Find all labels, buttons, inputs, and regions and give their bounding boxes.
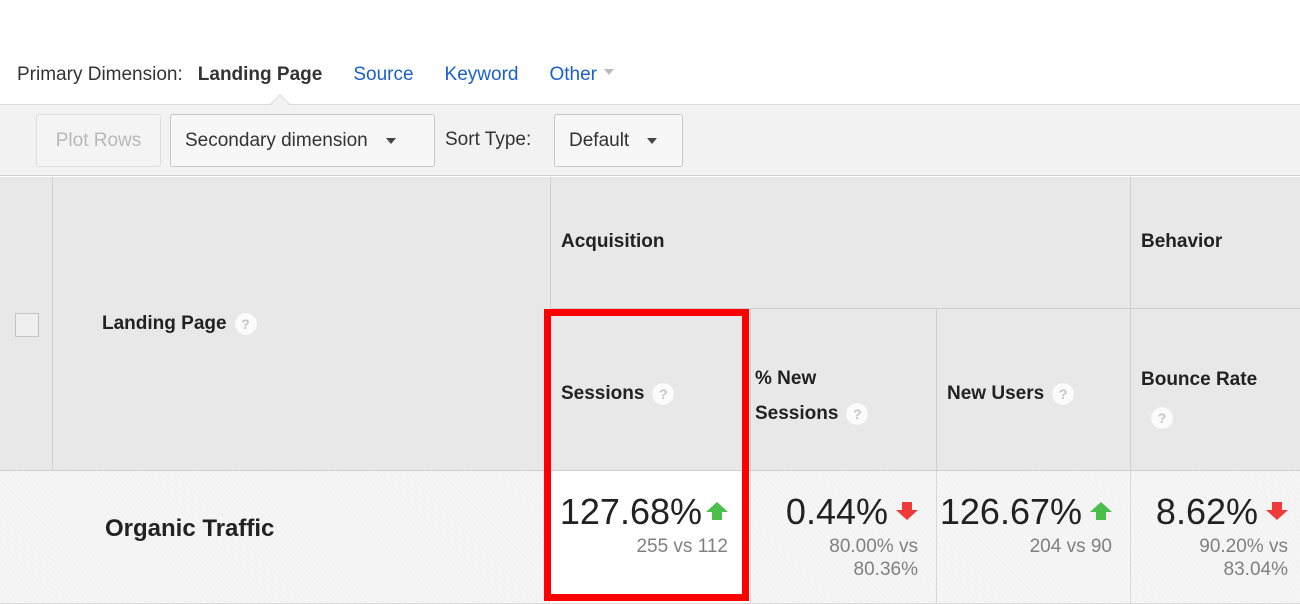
bounce-rate-cell: 8.62% 90.20% vs 83.04%: [1131, 471, 1300, 604]
arrow-down-icon: [1266, 502, 1288, 522]
sessions-cell: 127.68% 255 vs 112: [551, 471, 751, 604]
arrow-down-icon: [896, 502, 918, 522]
arrow-up-icon: [1090, 502, 1112, 522]
pct-new-sessions-cell: 0.44% 80.00% vs 80.36%: [751, 471, 937, 604]
report-table: Landing Page? Acquisition Behavior Sessi…: [0, 177, 1300, 604]
pct-new-sessions-compare: 80.00% vs 80.36%: [829, 536, 918, 580]
primary-dimension-source-link[interactable]: Source: [353, 64, 413, 86]
bounce-rate-column-header[interactable]: Bounce Rate ?: [1131, 309, 1300, 471]
row-checkbox-cell: [0, 471, 53, 604]
table-toolbar: Plot Rows Secondary dimension Sort Type:…: [0, 94, 1300, 176]
secondary-dimension-label: Secondary dimension: [185, 129, 368, 151]
bounce-rate-compare: 90.20% vs 83.04%: [1199, 536, 1288, 580]
pct-new-sessions-header-line2: Sessions: [755, 403, 839, 424]
arrow-up-icon: [706, 502, 728, 522]
chevron-down-icon: [385, 137, 396, 144]
landing-page-header-label: Landing Page: [102, 313, 227, 335]
acquisition-group-label: Acquisition: [561, 231, 665, 252]
sort-type-value: Default: [569, 129, 630, 151]
help-icon[interactable]: ?: [652, 383, 675, 405]
sessions-change: 127.68%: [559, 491, 702, 532]
acquisition-group-header: Acquisition: [551, 177, 1131, 309]
help-icon[interactable]: ?: [234, 313, 257, 335]
primary-dimension-landing-page[interactable]: Landing Page: [198, 64, 323, 86]
sessions-column-header[interactable]: Sessions?: [551, 309, 751, 471]
row-label-text: Organic Traffic: [105, 515, 275, 542]
sort-type-dropdown[interactable]: Default: [554, 114, 683, 167]
new-users-compare: 204 vs 90: [1029, 536, 1112, 557]
pct-new-sessions-change: 0.44%: [785, 491, 888, 532]
chevron-down-icon: [647, 137, 658, 144]
pct-new-sessions-column-header[interactable]: % New Sessions?: [751, 309, 937, 471]
help-icon[interactable]: ?: [1052, 383, 1075, 405]
new-users-cell: 126.67% 204 vs 90: [937, 471, 1131, 604]
bounce-rate-header-label: Bounce Rate: [1141, 369, 1258, 390]
new-users-column-header[interactable]: New Users?: [937, 309, 1131, 471]
primary-dimension-label: Primary Dimension:: [17, 64, 183, 85]
bounce-rate-change: 8.62%: [1155, 491, 1258, 532]
behavior-group-header: Behavior: [1131, 177, 1300, 309]
primary-dimension-bar: Primary Dimension: Landing Page Source K…: [0, 0, 1300, 105]
table-row-label: Organic Traffic: [52, 471, 550, 604]
pct-new-sessions-header-line1: % New: [755, 368, 817, 389]
primary-dimension-keyword-link[interactable]: Keyword: [445, 64, 519, 86]
primary-dimension-other-dropdown[interactable]: Other: [549, 64, 614, 86]
other-link-label: Other: [549, 64, 597, 85]
new-users-header-label: New Users: [947, 383, 1045, 405]
sort-type-label: Sort Type:: [445, 129, 532, 150]
plot-rows-button[interactable]: Plot Rows: [36, 114, 161, 167]
chevron-down-icon: [604, 69, 614, 75]
behavior-group-label: Behavior: [1141, 231, 1223, 252]
sessions-header-label: Sessions: [561, 383, 645, 405]
new-users-change: 126.67%: [939, 491, 1082, 532]
secondary-dimension-dropdown[interactable]: Secondary dimension: [170, 114, 435, 167]
landing-page-header[interactable]: Landing Page?: [53, 177, 551, 471]
sessions-compare: 255 vs 112: [636, 536, 728, 557]
select-all-header: [0, 177, 53, 471]
help-icon[interactable]: ?: [1151, 406, 1173, 429]
select-all-checkbox[interactable]: [15, 313, 39, 337]
plot-rows-label: Plot Rows: [55, 129, 142, 151]
help-icon[interactable]: ?: [846, 402, 869, 425]
